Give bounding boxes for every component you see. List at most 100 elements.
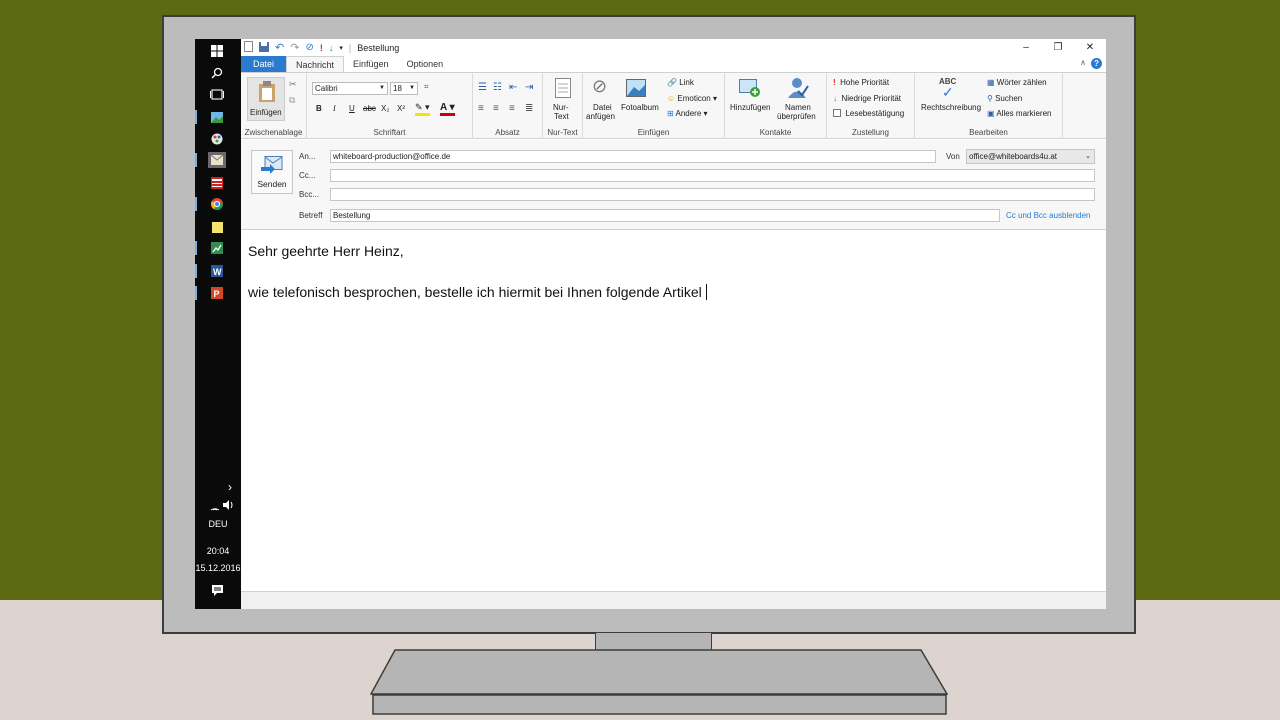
tab-optionen[interactable]: Optionen (398, 56, 453, 72)
strikethrough-button[interactable]: abc (363, 104, 376, 113)
close-button[interactable]: ✕ (1074, 39, 1106, 56)
tab-datei[interactable]: Datei (241, 56, 287, 72)
from-select[interactable]: office@whiteboards4u.at ⌄ (966, 149, 1095, 164)
format-painter-icon[interactable]: ⌗ (424, 82, 429, 92)
paperclip-icon[interactable]: ⊘ (592, 76, 607, 97)
chrome-icon[interactable] (209, 196, 225, 212)
notification-center-icon[interactable] (209, 582, 225, 598)
bcc-button[interactable]: Bcc... (299, 190, 319, 199)
align-center-icon[interactable]: ≡ (493, 103, 499, 114)
language-indicator[interactable]: DEU (195, 519, 241, 529)
plain-text-icon[interactable] (555, 78, 571, 98)
customize-toolbar-icon[interactable]: ▾ (339, 44, 343, 52)
search-icon[interactable] (209, 65, 225, 81)
help-icon[interactable]: ? (1091, 58, 1102, 69)
taskbar-active-indicator-chrome (195, 197, 197, 211)
mail-icon[interactable] (208, 152, 226, 168)
superscript-button[interactable]: X² (397, 104, 405, 113)
word-icon[interactable]: W (209, 263, 225, 279)
attach-icon[interactable]: ⊘ (305, 42, 313, 53)
low-priority-button[interactable]: ↓ Niedrige Priorität (833, 94, 901, 103)
subject-label: Betreff (299, 211, 323, 220)
to-field[interactable]: whiteboard-production@office.de (330, 150, 936, 163)
numbered-list-icon[interactable]: ☰ (478, 82, 487, 93)
toggle-cc-bcc-link[interactable]: Cc und Bcc ausblenden (1006, 211, 1091, 220)
paste-button[interactable]: Einfügen (247, 77, 285, 121)
increase-indent-icon[interactable]: ⇥ (525, 82, 533, 93)
subject-field[interactable]: Bestellung (330, 209, 1000, 222)
read-receipt-checkbox[interactable]: Lesebestätigung (833, 109, 904, 118)
tab-nachricht[interactable]: Nachricht (286, 56, 345, 72)
check-names-icon[interactable] (787, 77, 809, 99)
news-icon[interactable] (209, 175, 225, 191)
bold-button[interactable]: B (316, 104, 322, 113)
chevron-right-icon[interactable]: › (222, 479, 238, 495)
highlight-color-icon[interactable]: ✎ ▾ (415, 102, 430, 116)
windows-start-icon[interactable] (209, 43, 225, 59)
bcc-field[interactable] (330, 188, 1095, 201)
redo-icon[interactable]: ↷ (290, 41, 299, 54)
message-body[interactable]: Sehr geehrte Herr Heinz, wie telefonisch… (241, 231, 1106, 591)
cut-icon[interactable]: ✂ (289, 79, 297, 90)
taskbar-active-indicator-word (195, 264, 197, 278)
underline-button[interactable]: U (349, 104, 355, 113)
ribbon-tabs: Datei Nachricht Einfügen Optionen (241, 56, 1106, 72)
group-label-paragraph: Absatz (495, 128, 520, 137)
task-view-icon[interactable] (209, 86, 225, 102)
justify-icon[interactable]: ≣ (525, 103, 533, 114)
emoticon-icon: ☺ (667, 94, 676, 103)
volume-icon[interactable] (221, 497, 237, 513)
italic-button[interactable]: I (333, 104, 336, 113)
tab-einfuegen[interactable]: Einfügen (344, 56, 398, 72)
excel-icon[interactable] (209, 240, 225, 256)
save-icon[interactable] (259, 41, 269, 54)
emoticon-button[interactable]: ☺ Emoticon ▾ (667, 94, 717, 103)
align-right-icon[interactable]: ≡ (509, 103, 515, 114)
minimize-button[interactable]: – (1010, 39, 1042, 56)
other-insert-button[interactable]: ⊞ Andere ▾ (667, 109, 708, 118)
group-label-editing: Bearbeiten (969, 128, 1008, 137)
message-header: Senden An... whiteboard-production@offic… (241, 140, 1106, 230)
font-color-icon[interactable]: A ▾ (440, 102, 455, 116)
cc-button[interactable]: Cc... (299, 171, 315, 180)
collapse-ribbon-icon[interactable]: ∧ (1080, 58, 1086, 67)
powerpoint-icon[interactable]: P (209, 285, 225, 301)
low-priority-icon[interactable]: ↓ (329, 43, 334, 53)
bullet-list-icon[interactable]: ☷ (493, 82, 502, 93)
taskbar-active-indicator-excel (195, 241, 197, 255)
photos-icon[interactable] (209, 109, 225, 125)
monitor-stand (369, 649, 949, 715)
title-separator: | (348, 42, 352, 53)
clock-date[interactable]: 15.12.2016 (195, 563, 241, 573)
align-left-icon[interactable]: ≡ (478, 103, 484, 114)
to-button[interactable]: An... (299, 152, 315, 161)
spelling-check-icon[interactable]: ✓ (942, 84, 954, 101)
word-count-button[interactable]: ▦ Wörter zählen (987, 78, 1047, 87)
decrease-indent-icon[interactable]: ⇤ (509, 82, 517, 93)
add-contact-icon[interactable] (739, 79, 761, 97)
font-name-select[interactable]: Calibri ▼ (312, 82, 388, 95)
high-priority-icon[interactable]: ! (320, 43, 323, 53)
subscript-button[interactable]: X₂ (381, 104, 389, 113)
copy-icon[interactable]: ⧉ (289, 95, 295, 106)
cc-field[interactable] (330, 169, 1095, 182)
find-button[interactable]: ⚲ Suchen (987, 94, 1022, 103)
plain-text-label-2: Text (554, 112, 569, 121)
group-zwischenablage: Einfügen ✂ ⧉ Zwischenablage (241, 73, 307, 139)
body-text: wie telefonisch besprochen, bestelle ich… (248, 284, 702, 300)
windows-taskbar: W P › DEU 20:04 15.12.2016 (195, 39, 241, 609)
sticky-notes-icon[interactable] (209, 219, 225, 235)
undo-icon[interactable]: ↶ (275, 41, 284, 54)
clock-time[interactable]: 20:04 (195, 546, 241, 556)
text-caret (705, 284, 707, 300)
link-button[interactable]: 🔗 Link (667, 78, 694, 87)
group-label-plaintext: Nur-Text (547, 128, 578, 137)
select-all-button[interactable]: ▣ Alles markieren (987, 109, 1051, 118)
send-button[interactable]: Senden (251, 150, 293, 194)
high-priority-button[interactable]: ! Hohe Priorität (833, 78, 889, 87)
new-document-icon[interactable] (244, 41, 253, 54)
restore-button[interactable]: ❐ (1042, 39, 1074, 56)
photo-album-icon[interactable] (626, 79, 646, 97)
paint-icon[interactable] (209, 131, 225, 147)
font-size-select[interactable]: 18 ▼ (390, 82, 418, 95)
